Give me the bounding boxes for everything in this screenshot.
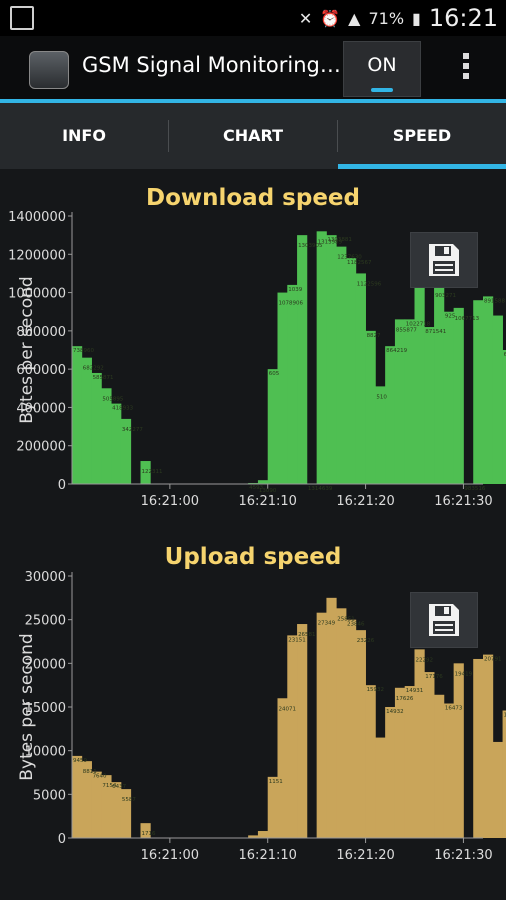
bar [336, 608, 347, 838]
x-tick-label: 16:21:20 [336, 848, 394, 863]
y-axis-label: Bytes per second [17, 633, 37, 780]
data-label: 14932 [386, 709, 404, 715]
data-label: 16473 [445, 706, 463, 712]
data-label: 23151 [288, 637, 306, 643]
data-label: 1716 [142, 831, 156, 837]
y-tick-label: 25000 [25, 614, 66, 629]
data-label: 7640 [93, 774, 107, 780]
bar [257, 831, 269, 838]
data-label: 6437 [112, 784, 126, 790]
data-label: 20791 [484, 657, 502, 663]
bar [404, 686, 415, 838]
bar [434, 694, 445, 838]
bar [443, 703, 455, 838]
data-label: 19419 [455, 671, 473, 677]
x-tick-label: 16:21:10 [239, 848, 297, 863]
y-tick-label: 0 [58, 832, 66, 847]
data-label: 24071 [279, 706, 297, 712]
bar [375, 737, 386, 838]
data-label: 9459 [73, 758, 87, 764]
bar [326, 597, 337, 838]
bar [492, 741, 503, 838]
data-label: 1151 [269, 779, 283, 785]
bar [365, 685, 376, 838]
bar [424, 672, 435, 838]
bar [277, 698, 288, 838]
bar [91, 771, 102, 838]
bar [473, 658, 484, 838]
y-tick-label: 5000 [33, 788, 66, 803]
bar [346, 619, 357, 838]
bar [297, 624, 308, 838]
bar [453, 663, 464, 838]
data-label: 27349 [318, 621, 336, 627]
x-tick-label: 16:21:30 [434, 848, 492, 863]
y-tick-label: 30000 [25, 570, 66, 585]
bar [287, 635, 298, 838]
save-upload-button[interactable] [410, 592, 478, 648]
data-label: 14931 [406, 688, 424, 694]
data-label: 23846 [347, 622, 365, 628]
save-icon [429, 604, 459, 636]
data-label: 17626 [396, 696, 414, 702]
bar [111, 782, 122, 838]
data-label: 22292 [416, 657, 434, 663]
x-tick-label: 16:21:00 [141, 848, 199, 863]
bar [385, 707, 396, 838]
bar [483, 654, 494, 838]
bar [267, 776, 278, 838]
data-label: 17176 [425, 674, 443, 680]
upload-speed-chart: 05000100001500020000250003000016:21:00 16… [17, 570, 506, 863]
bar [502, 710, 506, 838]
bar [72, 755, 83, 838]
data-label: 5587 [122, 797, 136, 803]
data-label: 23226 [357, 638, 375, 644]
data-label: 26581 [298, 632, 316, 638]
bar [316, 612, 327, 838]
bar [414, 649, 425, 838]
bar [355, 630, 366, 838]
data-label: 15932 [367, 687, 385, 693]
